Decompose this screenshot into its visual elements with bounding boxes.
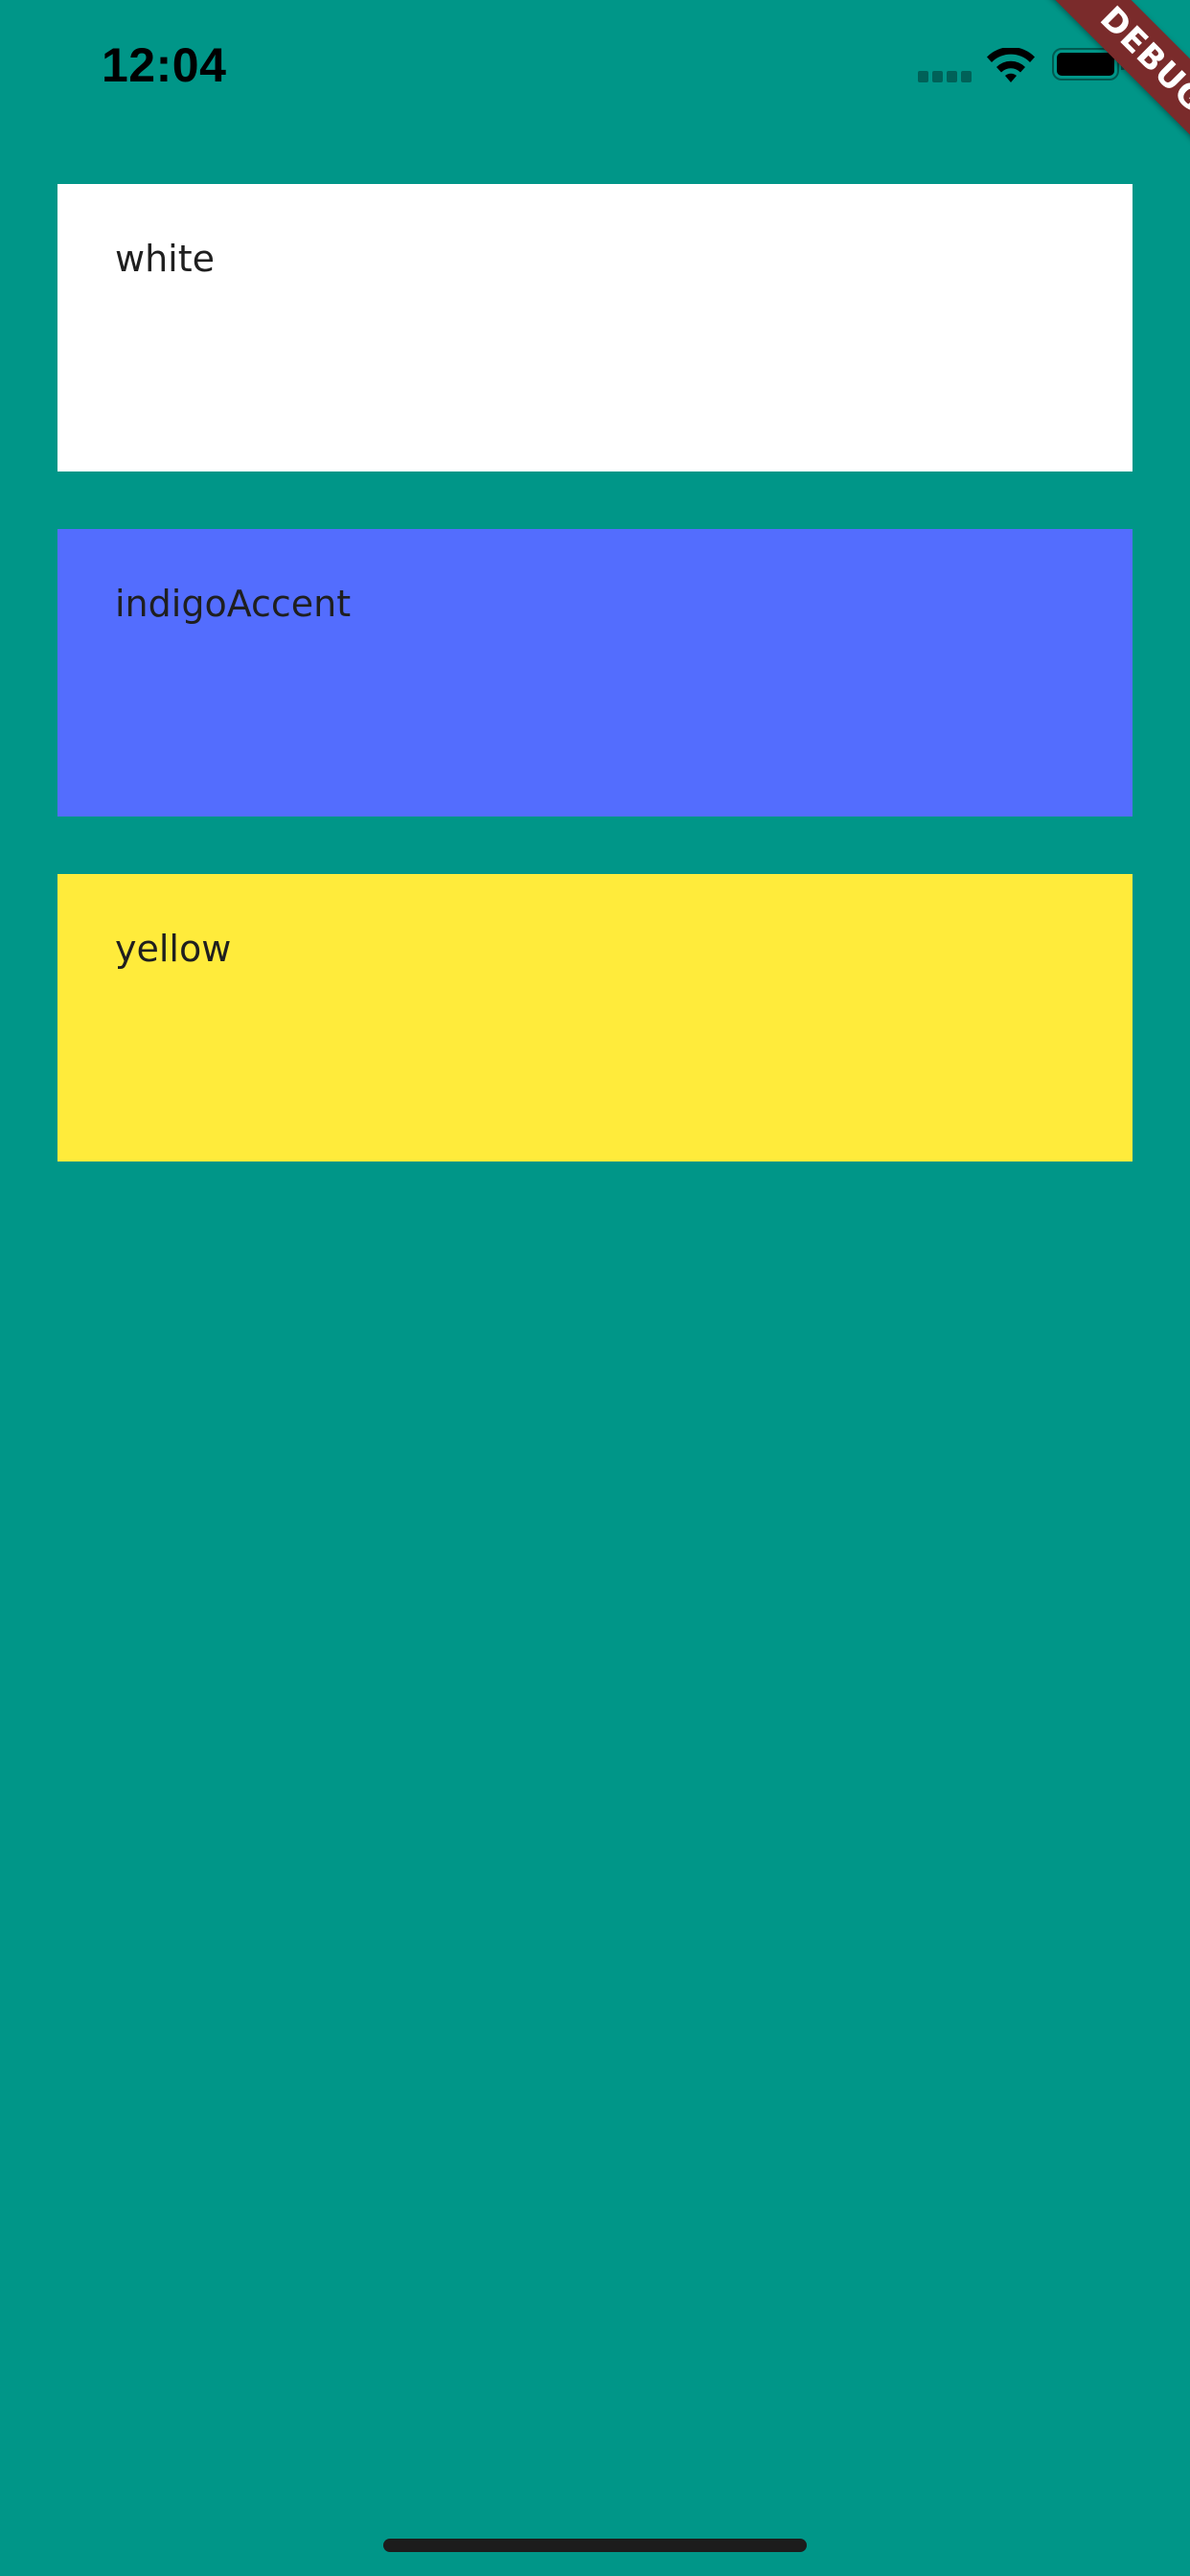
color-card-indigo-accent: indigoAccent — [57, 529, 1133, 816]
wifi-icon — [987, 48, 1035, 82]
debug-banner: DEBUG — [1039, 0, 1190, 173]
color-card-label: yellow — [115, 928, 232, 970]
color-card-yellow: yellow — [57, 874, 1133, 1162]
cellular-signal-icon — [918, 71, 972, 82]
color-card-label: indigoAccent — [115, 583, 352, 625]
app-screen: 12:04 white indigoAccent yellow DEBUG — [0, 0, 1190, 2576]
color-card-white: white — [57, 184, 1133, 472]
color-card-label: white — [115, 238, 215, 280]
status-time: 12:04 — [102, 38, 227, 92]
color-card-list: white indigoAccent yellow — [57, 184, 1133, 1219]
home-indicator[interactable] — [383, 2539, 807, 2552]
